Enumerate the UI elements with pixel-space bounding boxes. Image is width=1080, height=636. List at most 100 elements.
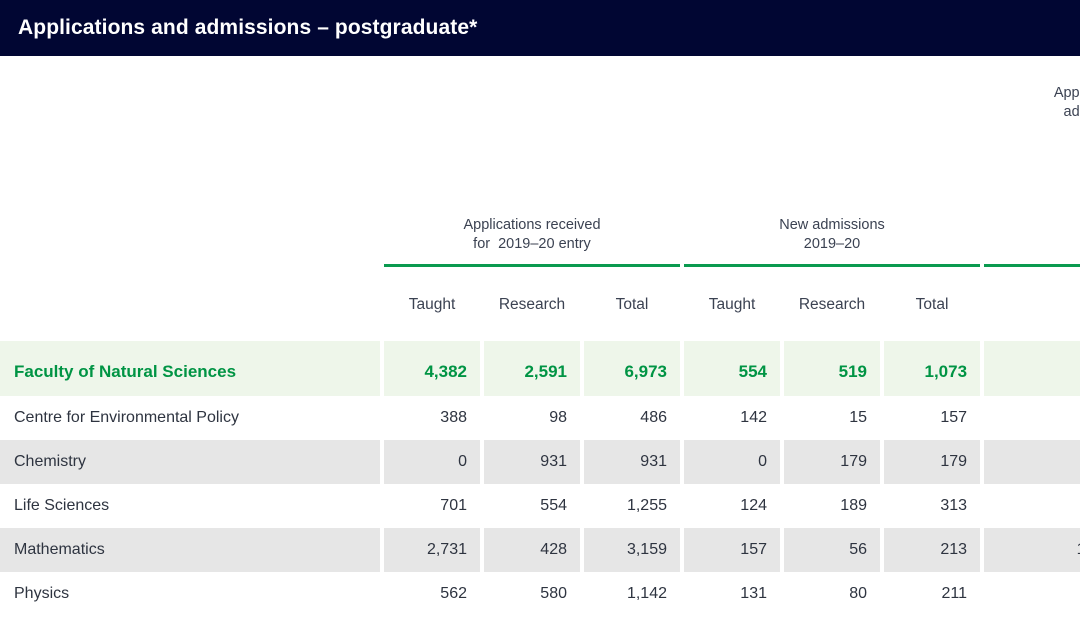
faculty-row-top-strip xyxy=(0,341,1080,348)
group-header-admissions-line2: 2019–20 xyxy=(684,235,980,254)
group-header-admissions: New admissions 2019–20 xyxy=(684,56,980,264)
table-row: Life Sciences7015541,2551241893134 : 1 xyxy=(0,484,1080,528)
row-value: 580 xyxy=(484,572,580,616)
row-ratio: 3.1 : 1 xyxy=(984,396,1080,440)
row-label: Mathematics xyxy=(0,528,380,572)
row-value: 2,731 xyxy=(384,528,480,572)
row-label: Faculty of Natural Sciences xyxy=(0,348,380,396)
row-value: 931 xyxy=(484,440,580,484)
row-value: 98 xyxy=(484,396,580,440)
row-value: 0 xyxy=(684,440,780,484)
row-ratio: 5.4 : 1 xyxy=(984,572,1080,616)
row-value: 554 xyxy=(484,484,580,528)
strip-cell xyxy=(484,341,580,348)
row-label: Centre for Environmental Policy xyxy=(0,396,380,440)
row-value xyxy=(384,616,480,636)
sub-header-applications-total: Total xyxy=(584,273,680,341)
row-value: 157 xyxy=(884,396,980,440)
sub-header-row: Taught Research Total Taught Research To… xyxy=(0,273,1080,341)
row-value: 56 xyxy=(784,528,880,572)
row-value: 131 xyxy=(684,572,780,616)
row-value: 1,142 xyxy=(584,572,680,616)
sub-header-admissions-taught: Taught xyxy=(684,273,780,341)
row-value: 519 xyxy=(784,348,880,396)
strip-cell xyxy=(684,341,780,348)
page-header-bar: Applications and admissions – postgradua… xyxy=(0,0,1080,56)
strip-cell xyxy=(884,341,980,348)
row-value: 3,159 xyxy=(584,528,680,572)
row-ratio xyxy=(984,616,1080,636)
row-label: Life Sciences xyxy=(0,484,380,528)
row-value: 701 xyxy=(384,484,480,528)
rule-applications xyxy=(384,264,680,273)
header-rule-row xyxy=(0,264,1080,273)
group-header-admissions-line1: New admissions xyxy=(684,216,980,235)
rule-ratio xyxy=(984,264,1080,273)
sub-header-applications-taught: Taught xyxy=(384,273,480,341)
row-value: 80 xyxy=(784,572,880,616)
strip-cell xyxy=(384,341,480,348)
strip-cell xyxy=(584,341,680,348)
table-row: Centre for Environmental Policy388984861… xyxy=(0,396,1080,440)
page-title: Applications and admissions – postgradua… xyxy=(18,16,477,40)
row-ratio: 14.8 : 1 xyxy=(984,528,1080,572)
row-value: 157 xyxy=(684,528,780,572)
row-value: 189 xyxy=(784,484,880,528)
group-header-row: Applications received for2019–20 entry N… xyxy=(0,56,1080,264)
sub-header-ratio-total: Total xyxy=(984,273,1080,341)
row-value: 211 xyxy=(884,572,980,616)
row-value: 6,973 xyxy=(584,348,680,396)
row-value: 486 xyxy=(584,396,680,440)
row-value: 4,382 xyxy=(384,348,480,396)
row-value: 313 xyxy=(884,484,980,528)
sub-header-blank xyxy=(0,273,380,341)
row-value: 179 xyxy=(884,440,980,484)
group-header-ratio-line3: ratio for xyxy=(984,122,1080,141)
group-header-applications: Applications received for2019–20 entry xyxy=(384,56,680,264)
group-header-ratio-line5: entry xyxy=(984,160,1080,179)
row-label xyxy=(0,616,380,636)
strip-label xyxy=(0,341,380,348)
row-value xyxy=(784,616,880,636)
row-value xyxy=(484,616,580,636)
row-value: 15 xyxy=(784,396,880,440)
table-row xyxy=(0,616,1080,636)
group-header-applications-for: for xyxy=(473,236,490,252)
group-header-ratio-line1: Applications: xyxy=(984,84,1080,103)
rule-blank xyxy=(0,264,380,273)
group-header-ratio-line4: 2019–20 xyxy=(984,141,1080,160)
row-value xyxy=(584,616,680,636)
row-value: 0 xyxy=(384,440,480,484)
group-header-applications-line2: for2019–20 entry xyxy=(384,235,680,254)
row-value: 213 xyxy=(884,528,980,572)
sub-header-applications-research: Research xyxy=(484,273,580,341)
strip-cell xyxy=(984,341,1080,348)
group-header-ratio: Applications: admissions ratio for 2019–… xyxy=(984,56,1080,264)
table-row: Mathematics2,7314283,1591575621314.8 : 1 xyxy=(0,528,1080,572)
sub-header-admissions-research: Research xyxy=(784,273,880,341)
row-value xyxy=(684,616,780,636)
row-value: 388 xyxy=(384,396,480,440)
row-value: 2,591 xyxy=(484,348,580,396)
row-value: 142 xyxy=(684,396,780,440)
row-value xyxy=(884,616,980,636)
table-row-faculty: Faculty of Natural Sciences4,3822,5916,9… xyxy=(0,348,1080,396)
row-value: 124 xyxy=(684,484,780,528)
applications-admissions-table: Applications received for2019–20 entry N… xyxy=(0,56,1080,636)
row-value: 428 xyxy=(484,528,580,572)
row-label: Chemistry xyxy=(0,440,380,484)
table-body: Faculty of Natural Sciences4,3822,5916,9… xyxy=(0,348,1080,636)
row-value: 179 xyxy=(784,440,880,484)
row-value: 931 xyxy=(584,440,680,484)
row-value: 1,255 xyxy=(584,484,680,528)
group-header-blank xyxy=(0,56,380,264)
row-value: 554 xyxy=(684,348,780,396)
row-value: 1,073 xyxy=(884,348,980,396)
row-ratio: 6.5 : 1 xyxy=(984,348,1080,396)
sub-header-admissions-total: Total xyxy=(884,273,980,341)
rule-admissions xyxy=(684,264,980,273)
table-row: Chemistry093193101791795.2 : 1 xyxy=(0,440,1080,484)
strip-cell xyxy=(784,341,880,348)
row-ratio: 4 : 1 xyxy=(984,484,1080,528)
group-header-ratio-line2: admissions xyxy=(984,103,1080,122)
